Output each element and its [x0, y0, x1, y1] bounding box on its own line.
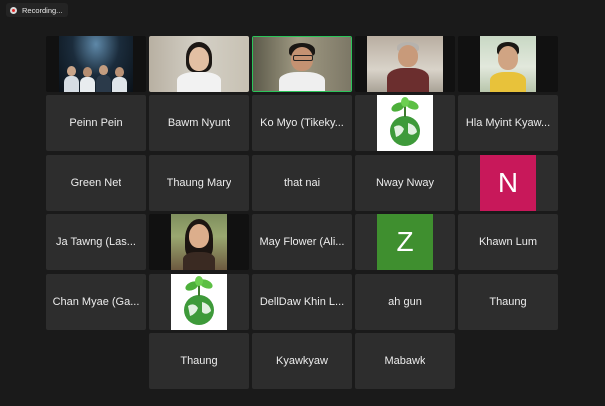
- recording-label: Recording...: [22, 5, 63, 15]
- participant-name: May Flower (Ali...: [259, 236, 345, 248]
- green-earth-icon: [377, 95, 433, 151]
- participant-name: Ko Myo (Tikeky...: [260, 117, 344, 129]
- avatar-letter: Z: [396, 226, 414, 257]
- participant-name: Peinn Pein: [69, 117, 123, 129]
- participant-name: Thaung Mary: [166, 177, 232, 189]
- participant-name: DellDaw Khin L...: [259, 296, 345, 308]
- participant-tile[interactable]: DellDaw Khin L...: [252, 274, 352, 330]
- letter-avatar: Z: [377, 214, 433, 270]
- participant-tile[interactable]: Chan Myae (Ga...: [46, 274, 146, 330]
- participant-tile[interactable]: Mabawk: [355, 333, 455, 389]
- participant-name: that nai: [283, 177, 321, 189]
- participant-tile[interactable]: that nai: [252, 155, 352, 211]
- participant-name: Chan Myae (Ga...: [52, 296, 140, 308]
- video-tile-woman-room[interactable]: [149, 36, 249, 92]
- video-tile-man-glasses[interactable]: [252, 36, 352, 92]
- participant-tile[interactable]: ah gun: [355, 274, 455, 330]
- participant-name: Ja Tawng (Las...: [56, 236, 136, 248]
- participant-name: Thaung: [180, 355, 218, 367]
- participant-name: Nway Nway: [375, 177, 435, 189]
- video-tile-stage-group[interactable]: [46, 36, 146, 92]
- participant-tile[interactable]: Hla Myint Kyaw...: [458, 95, 558, 151]
- participant-tile[interactable]: Ja Tawng (Las...: [46, 214, 146, 270]
- older-man-video: [367, 36, 443, 92]
- participant-name: Hla Myint Kyaw...: [465, 117, 551, 129]
- young-man-video: [480, 36, 536, 92]
- recording-icon: [10, 6, 17, 14]
- participant-name: Green Net: [70, 177, 122, 189]
- video-tile-older-man[interactable]: [355, 36, 455, 92]
- participant-tile-letter-avatar[interactable]: Z: [355, 214, 455, 270]
- participant-name: Khawn Lum: [478, 236, 538, 248]
- participant-tile[interactable]: Nway Nway: [355, 155, 455, 211]
- participant-tile[interactable]: Thaung: [458, 274, 558, 330]
- participant-tile[interactable]: Kyawkyaw: [252, 333, 352, 389]
- woman-outdoor-video: [171, 214, 227, 270]
- participant-tile[interactable]: Thaung Mary: [149, 155, 249, 211]
- participant-tile-avatar[interactable]: [149, 274, 249, 330]
- participant-tile[interactable]: Ko Myo (Tikeky...: [252, 95, 352, 151]
- participant-name: Mabawk: [384, 355, 426, 367]
- participant-tile-letter-avatar[interactable]: N: [458, 155, 558, 211]
- avatar-letter: N: [497, 167, 519, 198]
- woman-room-video: [149, 36, 249, 92]
- participant-tile[interactable]: May Flower (Ali...: [252, 214, 352, 270]
- participant-tile-avatar[interactable]: [355, 95, 455, 151]
- recording-indicator[interactable]: Recording...: [6, 3, 69, 17]
- participant-tile[interactable]: Green Net: [46, 155, 146, 211]
- participant-name: Thaung: [489, 296, 527, 308]
- participant-tile[interactable]: Khawn Lum: [458, 214, 558, 270]
- green-earth-icon: [171, 274, 227, 330]
- participant-tile[interactable]: Bawm Nyunt: [149, 95, 249, 151]
- man-glasses-video: [253, 37, 351, 91]
- video-tile-young-man[interactable]: [458, 36, 558, 92]
- participant-name: Bawm Nyunt: [167, 117, 231, 129]
- video-tile-woman-outdoor[interactable]: [149, 214, 249, 270]
- participant-tile[interactable]: Peinn Pein: [46, 95, 146, 151]
- participant-name: Kyawkyaw: [276, 355, 328, 367]
- participant-tile[interactable]: Thaung: [149, 333, 249, 389]
- stage-group-video: [59, 36, 133, 92]
- letter-avatar: N: [480, 155, 536, 211]
- participant-name: ah gun: [388, 296, 422, 308]
